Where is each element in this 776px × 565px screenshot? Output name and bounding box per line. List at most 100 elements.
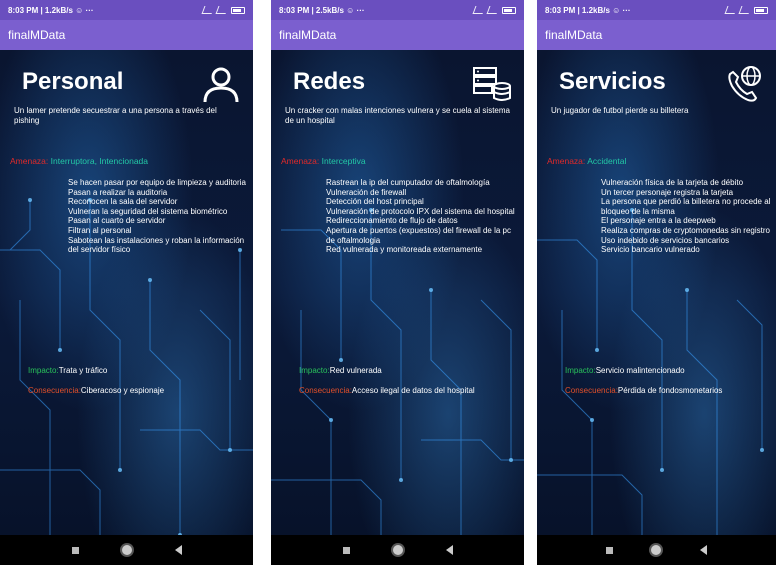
- list-item: Un tercer personaje registra la tarjeta: [601, 187, 734, 197]
- screen-content: Redes Un cracker con malas intenciones v…: [271, 50, 524, 535]
- vulnerability-list: Rastrean la ip del cumputador de oftalmo…: [326, 178, 522, 255]
- consequence-label: Consecuencia:: [28, 386, 81, 395]
- list-item: Vulneración de firewall: [326, 187, 407, 197]
- threat-value: Interruptora, Intencionada: [50, 156, 148, 166]
- screen-content: Personal Un lamer pretende secuestrar a …: [0, 50, 253, 535]
- screen-title: Personal: [22, 68, 124, 95]
- wifi-icon: [486, 6, 500, 14]
- list-item: El personaje entra a la deepweb: [601, 216, 716, 226]
- app-bar: finalMData: [0, 20, 253, 50]
- consequence-label: Consecuencia:: [565, 386, 618, 395]
- person-icon: [203, 67, 239, 103]
- scenario-description: Un lamer pretende secuestrar a una perso…: [14, 106, 217, 125]
- list-item: Realiza compras de cryptomonedas sin reg…: [601, 225, 770, 235]
- battery-icon: [754, 6, 768, 14]
- recents-button[interactable]: [71, 546, 79, 554]
- signal-icon: [472, 6, 486, 14]
- phone-globe-icon: [728, 66, 761, 102]
- consequence-value: Acceso ilegal de datos del hospital: [351, 386, 475, 395]
- wifi-icon: [215, 6, 229, 14]
- server-database-icon: [473, 67, 511, 101]
- app-bar: finalMData: [271, 20, 524, 50]
- phone-screen-personal: 8:03 PM | 1.2kB/s ☺ ··· finalMData Perso…: [0, 0, 253, 565]
- navigation-bar: [0, 535, 253, 565]
- navigation-bar: [271, 535, 524, 565]
- list-item: Filtran al personal: [68, 225, 132, 235]
- recents-button[interactable]: [342, 546, 350, 554]
- scenario-description: Un jugador de futbol pierde su billetera: [551, 106, 689, 115]
- threat-value: Accidental: [587, 156, 627, 166]
- impact-value: Red vulnerada: [329, 366, 382, 375]
- screen-title: Servicios: [559, 68, 666, 95]
- list-item: Detección del host principal: [326, 197, 424, 207]
- impact-label: Impacto:: [28, 366, 59, 375]
- list-item: Red vulnerada y monitoreada externamente: [326, 245, 483, 255]
- list-item: Rastrean la ip del cumputador de oftalmo…: [326, 178, 490, 187]
- recents-button[interactable]: [606, 546, 614, 554]
- back-button[interactable]: [174, 545, 182, 555]
- back-button[interactable]: [699, 545, 707, 555]
- list-item: Vulneración física de la tarjeta de débi…: [601, 178, 744, 187]
- screen-content: Servicios Un jugador de futbol pierde su…: [537, 50, 776, 535]
- threat-label: Amenaza:: [10, 156, 49, 166]
- impact-label: Impacto:: [299, 366, 330, 375]
- list-item: Apertura de puertos (expuestos) del fire…: [326, 225, 511, 245]
- vulnerability-list: Se hacen pasar por equipo de limpieza y …: [68, 178, 251, 255]
- list-item: Uso indebido de servicios bancarios: [601, 235, 730, 245]
- impact-value: Servicio malintencionado: [595, 366, 685, 375]
- threat-row: Amenaza: Accidental: [547, 156, 626, 166]
- back-button[interactable]: [445, 545, 453, 555]
- phone-screen-redes: 8:03 PM | 2.5kB/s ☺ ··· finalMData Redes…: [271, 0, 524, 565]
- status-bar: 8:03 PM | 1.2kB/s ☺ ···: [537, 0, 776, 20]
- consequence-row: Consecuencia:Ciberacoso y espionaje: [28, 386, 164, 395]
- app-title: finalMData: [8, 28, 66, 42]
- list-item: Sabotean las instalaciones y roban la in…: [68, 235, 245, 255]
- list-item: Redireccionamiento de flujo de datos: [326, 216, 458, 226]
- list-item: Reconocen la sala del servidor: [68, 197, 178, 207]
- battery-icon: [502, 6, 516, 14]
- list-item: Pasan a realizar la auditoria: [68, 187, 168, 197]
- threat-row: Amenaza: Interruptora, Intencionada: [10, 156, 148, 166]
- list-item: Se hacen pasar por equipo de limpieza y …: [68, 178, 246, 187]
- circuit-background: [537, 208, 764, 535]
- list-item: La persona que perdió la billetera no pr…: [601, 197, 771, 216]
- threat-value: Interceptiva: [321, 156, 366, 166]
- app-title: finalMData: [279, 28, 337, 42]
- status-bar: 8:03 PM | 1.2kB/s ☺ ···: [0, 0, 253, 20]
- impact-row: Impacto:Trata y tráfico: [28, 366, 107, 375]
- vulnerability-list: Vulneración física de la tarjeta de débi…: [601, 178, 774, 255]
- consequence-row: Consecuencia:Pérdida de fondosmonetarios: [565, 386, 722, 395]
- threat-label: Amenaza:: [281, 156, 320, 166]
- app-title: finalMData: [545, 28, 603, 42]
- wifi-icon: [738, 6, 752, 14]
- status-time: 8:03 PM | 1.2kB/s ☺ ···: [545, 5, 631, 15]
- impact-value: Trata y tráfico: [58, 366, 108, 375]
- list-item: Vulneración de protocolo IPX del sistema…: [326, 206, 515, 216]
- status-time: 8:03 PM | 2.5kB/s ☺ ···: [279, 5, 365, 15]
- signal-icon: [724, 6, 738, 14]
- home-button[interactable]: [121, 545, 132, 555]
- navigation-bar: [537, 535, 776, 565]
- threat-row: Amenaza: Interceptiva: [281, 156, 366, 166]
- scenario-description: Un cracker con malas intenciones vulnera…: [285, 106, 510, 125]
- consequence-value: Pérdida de fondosmonetarios: [617, 386, 723, 395]
- status-bar: 8:03 PM | 2.5kB/s ☺ ···: [271, 0, 524, 20]
- consequence-value: Ciberacoso y espionaje: [80, 386, 165, 395]
- threat-label: Amenaza:: [547, 156, 586, 166]
- impact-row: Impacto:Red vulnerada: [299, 366, 382, 375]
- phone-screen-servicios: 8:03 PM | 1.2kB/s ☺ ··· finalMData Servi…: [537, 0, 776, 565]
- consequence-label: Consecuencia:: [299, 386, 352, 395]
- battery-icon: [231, 6, 245, 14]
- screen-title: Redes: [293, 68, 366, 95]
- home-button[interactable]: [392, 545, 403, 555]
- impact-row: Impacto:Servicio malintencionado: [565, 366, 685, 375]
- home-button[interactable]: [651, 545, 662, 555]
- app-bar: finalMData: [537, 20, 776, 50]
- consequence-row: Consecuencia:Acceso ilegal de datos del …: [299, 386, 475, 395]
- impact-label: Impacto:: [565, 366, 596, 375]
- list-item: Servicio bancario vulnerado: [601, 245, 700, 255]
- list-item: Vulneran la seguridad del sistema biomét…: [68, 206, 228, 216]
- signal-icon: [201, 6, 215, 14]
- status-time: 8:03 PM | 1.2kB/s ☺ ···: [8, 5, 94, 15]
- list-item: Pasan al cuarto de servidor: [68, 216, 166, 226]
